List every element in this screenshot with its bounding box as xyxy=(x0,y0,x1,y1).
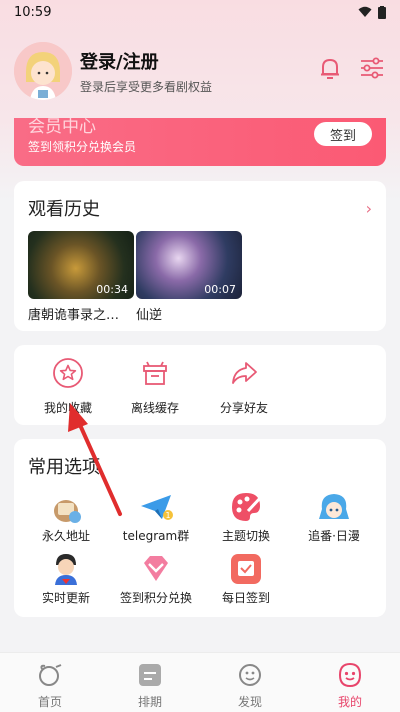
home-icon xyxy=(39,664,62,686)
avatar[interactable] xyxy=(14,42,72,100)
history-thumbnail[interactable]: 00:07 xyxy=(136,231,242,299)
offline-cache-button[interactable]: 离线缓存 xyxy=(115,357,195,416)
nav-label: 我的 xyxy=(337,695,362,709)
profile-section[interactable]: 登录/注册 登录后享受更多看剧权益 xyxy=(14,42,386,100)
settings-sliders-icon[interactable] xyxy=(358,54,386,82)
action-label: 我的收藏 xyxy=(43,401,92,415)
member-center-subtitle: 签到领积分兑换会员 xyxy=(28,140,137,154)
telegram-icon: 1 xyxy=(141,495,173,520)
option-daily-checkin[interactable]: 每日签到 xyxy=(202,551,290,606)
member-center-card[interactable]: 会员中心 签到领积分兑换会员 签到 xyxy=(14,118,386,166)
svg-text:1: 1 xyxy=(165,511,170,520)
history-item-title[interactable]: 唐朝诡事录之… xyxy=(28,304,134,323)
points-exchange-icon xyxy=(144,556,168,581)
option-permanent-address[interactable]: 永久地址 xyxy=(22,489,110,544)
quick-actions-card: 我的收藏 离线缓存 分享好友 xyxy=(14,345,386,425)
option-label: 实时更新 xyxy=(41,591,90,605)
mine-icon xyxy=(338,662,362,688)
member-center-title: 会员中心 xyxy=(28,118,96,137)
share-arrow-icon xyxy=(232,362,257,384)
bell-icon[interactable] xyxy=(316,54,344,82)
status-icons xyxy=(358,5,386,19)
nav-label: 发现 xyxy=(237,695,262,709)
option-theme-switch[interactable]: 主题切换 xyxy=(202,489,290,544)
option-label: 永久地址 xyxy=(41,529,90,543)
my-favorites-button[interactable]: 我的收藏 xyxy=(28,357,108,416)
option-label: 追番·日漫 xyxy=(308,529,360,543)
nav-discover[interactable]: 发现 xyxy=(210,661,290,710)
login-register-title[interactable]: 登录/注册 xyxy=(80,48,212,74)
watch-history-card: 观看历史 › 00:34 唐朝诡事录之… 00:07 仙逆 xyxy=(14,181,386,331)
history-duration: 00:34 xyxy=(96,283,128,296)
bottom-navigation: 首页 排期 发现 我的 xyxy=(0,652,400,712)
common-options-title: 常用选项 xyxy=(28,457,100,478)
option-realtime-update[interactable]: 实时更新 xyxy=(22,551,110,606)
wifi-icon xyxy=(358,6,372,17)
option-anime[interactable]: 追番·日漫 xyxy=(290,489,378,544)
action-label: 离线缓存 xyxy=(130,401,179,415)
status-time: 10:59 xyxy=(14,4,52,20)
login-subtitle: 登录后享受更多看剧权益 xyxy=(80,79,213,94)
option-label: 每日签到 xyxy=(221,591,270,605)
cache-box-icon xyxy=(143,361,167,385)
sign-in-button[interactable]: 签到 xyxy=(314,122,372,146)
action-label: 分享好友 xyxy=(219,401,268,415)
nav-schedule[interactable]: 排期 xyxy=(110,661,190,710)
option-telegram[interactable]: 1 telegram群 xyxy=(112,489,200,544)
option-label: telegram群 xyxy=(122,529,190,543)
history-thumbnail[interactable]: 00:34 xyxy=(28,231,134,299)
status-bar: 10:59 xyxy=(0,0,400,24)
schedule-icon xyxy=(139,664,161,686)
nav-label: 首页 xyxy=(37,695,62,709)
battery-icon xyxy=(378,5,386,19)
option-label: 主题切换 xyxy=(221,529,270,543)
option-points-exchange[interactable]: 签到积分兑换 xyxy=(112,551,200,606)
option-label: 签到积分兑换 xyxy=(119,591,192,605)
share-friends-button[interactable]: 分享好友 xyxy=(204,357,284,416)
discover-icon xyxy=(239,664,261,686)
history-item-title[interactable]: 仙逆 xyxy=(136,304,242,323)
chevron-right-icon[interactable]: › xyxy=(366,199,372,218)
permanent-address-icon xyxy=(54,500,81,523)
nav-label: 排期 xyxy=(137,695,162,709)
history-duration: 00:07 xyxy=(204,283,236,296)
daily-checkin-icon xyxy=(231,554,261,584)
watch-history-title: 观看历史 xyxy=(28,199,100,220)
common-options-card: 常用选项 永久地址 1 telegram群 主题切换 追番·日漫 实时更新 签到… xyxy=(14,439,386,617)
star-icon xyxy=(53,358,83,388)
nav-home[interactable]: 首页 xyxy=(10,661,90,710)
nav-mine[interactable]: 我的 xyxy=(310,661,390,710)
realtime-update-icon xyxy=(55,554,77,585)
palette-icon xyxy=(232,493,263,521)
header-background xyxy=(0,0,400,200)
anime-icon xyxy=(319,494,349,519)
